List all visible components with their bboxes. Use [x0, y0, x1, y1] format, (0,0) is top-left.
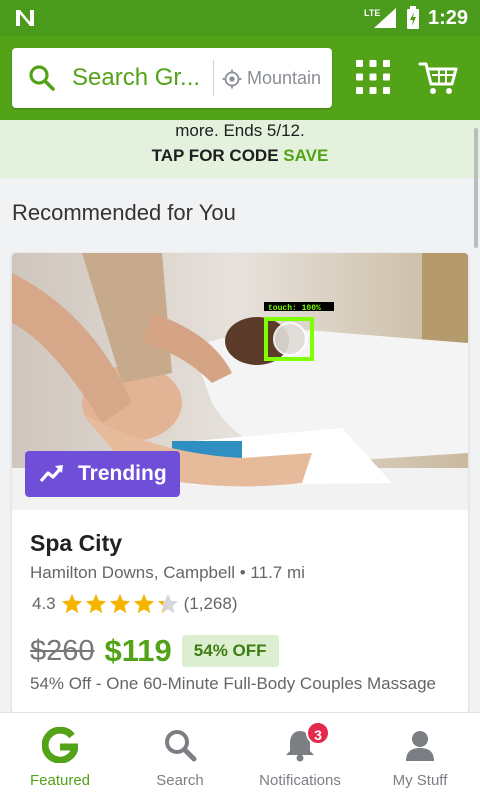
notification-count-badge: 3: [306, 721, 330, 745]
sale-price: $119: [104, 633, 172, 668]
nav-featured-label: Featured: [29, 772, 91, 789]
trending-label: Trending: [78, 462, 167, 485]
cart-icon[interactable]: [418, 58, 458, 98]
search-box[interactable]: Search Gr... Mountain: [12, 48, 332, 108]
price-row: $260 $119 54% OFF: [30, 633, 279, 669]
deal-description: 54% Off - One 60-Minute Full-Body Couple…: [30, 674, 436, 693]
app-bar: Search Gr... Mountain: [0, 36, 480, 120]
star-icon: [85, 594, 106, 613]
star-icon: [133, 594, 154, 613]
promo-banner[interactable]: more. Ends 5/12. TAP FOR CODE SAVE: [0, 120, 480, 178]
touch-label: touch: 100%: [268, 304, 321, 313]
deal-location: Hamilton Downs, Campbell • 11.7 mi: [30, 563, 305, 582]
categories-grid-icon[interactable]: [354, 58, 392, 96]
location-icon[interactable]: [222, 69, 242, 89]
trending-up-icon: [39, 465, 63, 483]
deal-card[interactable]: touch: 100% Trending Spa City Hamilton D…: [12, 253, 468, 713]
location-field[interactable]: Mountain: [247, 68, 329, 89]
user-icon: [406, 731, 434, 761]
nav-featured[interactable]: Featured: [0, 713, 120, 801]
promo-text: more. Ends 5/12.: [175, 121, 305, 140]
tap-for-code-label: TAP FOR CODE: [151, 146, 279, 165]
svg-text:LTE: LTE: [364, 8, 380, 18]
lte-signal-icon: LTE: [364, 8, 396, 28]
trending-badge: Trending: [25, 451, 180, 497]
star-icon: [109, 594, 130, 613]
nav-my-stuff[interactable]: My Stuff: [360, 713, 480, 801]
search-icon: [29, 65, 55, 91]
original-price: $260: [30, 634, 95, 667]
search-icon: [165, 730, 197, 762]
nav-notifications[interactable]: 3 Notifications: [240, 713, 360, 801]
nav-search-label: Search: [156, 772, 204, 789]
discount-badge: 54% OFF: [181, 635, 279, 667]
section-title: Recommended for You: [12, 200, 236, 225]
battery-charging-icon: [406, 6, 419, 29]
rating-count: (1,268): [183, 594, 238, 613]
search-divider: [213, 60, 214, 96]
star-rating: [60, 592, 180, 616]
clock: 1:29: [427, 6, 468, 29]
star-icon: [61, 594, 82, 613]
search-input[interactable]: Search Gr...: [72, 64, 212, 92]
save-label: SAVE: [283, 146, 329, 165]
nav-notifications-label: Notifications: [259, 772, 341, 789]
groupon-g-icon: [42, 727, 78, 763]
rating-value: 4.3: [32, 594, 56, 613]
scrollbar[interactable]: [474, 128, 478, 248]
nav-my-stuff-label: My Stuff: [392, 772, 448, 789]
promo-cta[interactable]: TAP FOR CODE SAVE: [0, 146, 480, 166]
nav-search[interactable]: Search: [120, 713, 240, 801]
deal-title[interactable]: Spa City: [30, 530, 122, 557]
android-n-icon: [16, 10, 34, 26]
rating: 4.3 (1,268): [32, 592, 238, 616]
star-icon: [157, 594, 178, 613]
status-bar: LTE 1:29: [0, 0, 480, 36]
bottom-nav: Featured Search 3 Notifications My Stuff: [0, 712, 480, 801]
